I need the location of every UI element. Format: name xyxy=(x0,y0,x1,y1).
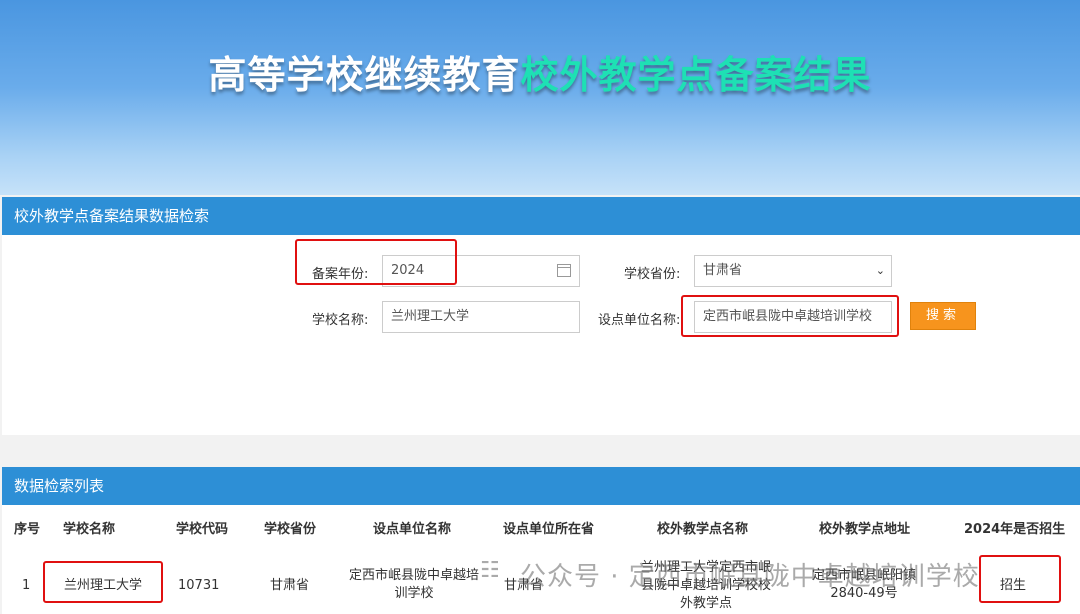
col-index: 序号 xyxy=(14,522,41,537)
province-select[interactable]: 甘肃省 ⌄ xyxy=(694,255,892,287)
page-banner: 高等学校继续教育校外教学点备案结果 xyxy=(0,0,1080,195)
cell-unit-name: 定西市岷县陇中卓越培训学校 xyxy=(348,568,479,601)
province-label: 学校省份: xyxy=(624,267,681,282)
school-value: 兰州理工大学 xyxy=(391,309,470,324)
cell-index: 1 xyxy=(22,578,31,593)
page-title: 高等学校继续教育校外教学点备案结果 xyxy=(0,44,1080,99)
wechat-icon: ☷ xyxy=(480,558,500,583)
calendar-icon[interactable] xyxy=(557,264,571,277)
school-label: 学校名称: xyxy=(312,313,369,328)
page-title-part2: 校外教学点备案结果 xyxy=(520,53,872,97)
cell-school-code: 10731 xyxy=(178,578,220,593)
col-school-code: 学校代码 xyxy=(176,522,229,537)
search-panel-header: 校外教学点备案结果数据检索 xyxy=(2,197,1080,235)
col-point-name: 校外教学点名称 xyxy=(657,522,749,537)
chevron-down-icon: ⌄ xyxy=(875,264,885,277)
col-point-address: 校外教学点地址 xyxy=(819,522,911,537)
province-value: 甘肃省 xyxy=(703,263,743,278)
cell-school-province: 甘肃省 xyxy=(270,578,310,593)
highlight-school xyxy=(43,561,163,603)
search-button[interactable]: 搜索 xyxy=(910,302,976,330)
highlight-unit xyxy=(681,295,899,337)
col-unit-name: 设点单位名称 xyxy=(373,522,452,537)
highlight-year xyxy=(295,239,457,285)
search-panel: 校外教学点备案结果数据检索 备案年份: 2024 学校省份: 甘肃省 ⌄ 学校名… xyxy=(2,197,1080,435)
col-enrolling: 2024年是否招生 xyxy=(964,522,1066,537)
col-unit-province: 设点单位所在省 xyxy=(503,522,595,537)
col-school-province: 学校省份 xyxy=(264,522,317,537)
watermark-text: 公众号 · 定西市岷县陇中卓越培训学校 xyxy=(520,562,980,592)
highlight-enrolling xyxy=(979,555,1061,603)
col-school-name: 学校名称 xyxy=(63,522,116,537)
page-title-part1: 高等学校继续教育 xyxy=(208,53,521,97)
results-table-header: 序号 学校名称 学校代码 学校省份 设点单位名称 设点单位所在省 校外教学点名称… xyxy=(2,505,1080,545)
school-field[interactable]: 兰州理工大学 xyxy=(382,301,580,333)
results-panel-header: 数据检索列表 xyxy=(2,467,1080,505)
unit-label: 设点单位名称: xyxy=(598,313,681,328)
